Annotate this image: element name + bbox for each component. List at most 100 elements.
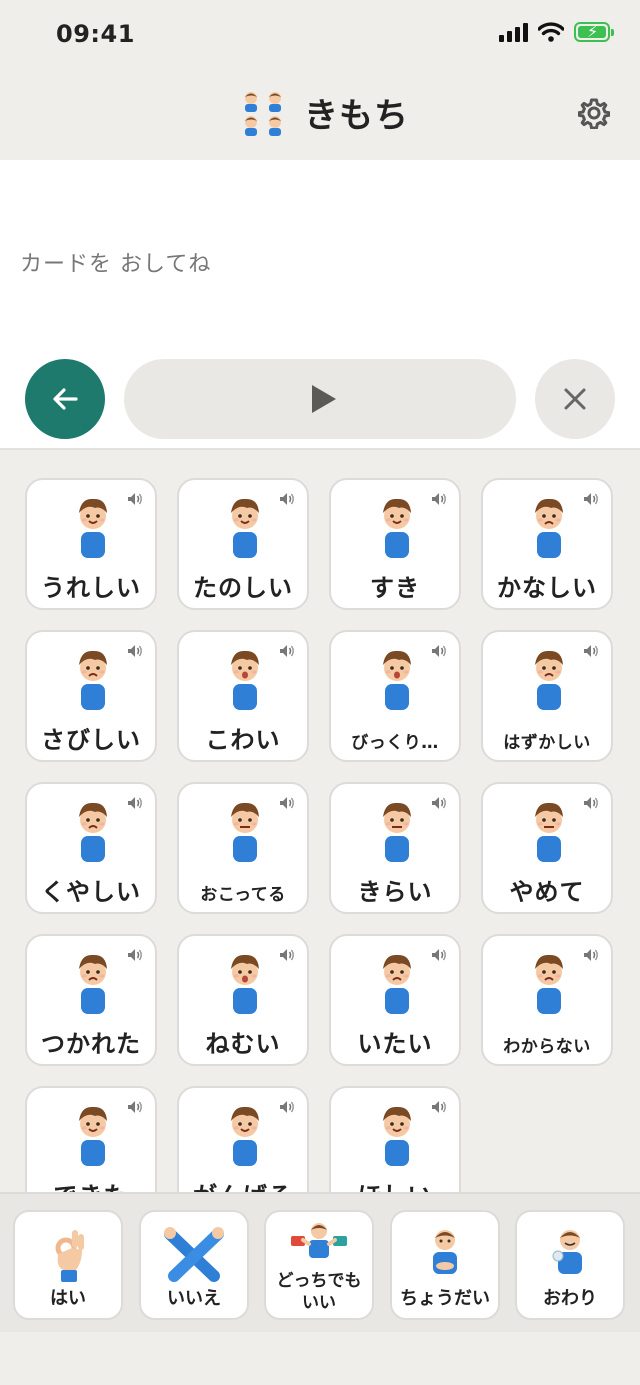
quick-reply-bar: はい いいえ どっちでも いい ちょうだい おわり	[0, 1192, 640, 1332]
speaker-icon	[280, 645, 294, 657]
cellular-signal-icon	[499, 22, 528, 42]
feeling-card[interactable]: すき	[329, 478, 461, 610]
quick-finished-button[interactable]: おわり	[515, 1210, 625, 1320]
quick-either-button[interactable]: どっちでも いい	[264, 1210, 374, 1320]
speaker-icon	[280, 949, 294, 961]
speaker-icon	[432, 1101, 446, 1113]
quick-give-me-button[interactable]: ちょうだい	[390, 1210, 500, 1320]
child-figure-icon	[383, 1106, 411, 1166]
child-figure-icon	[383, 954, 411, 1014]
feeling-card[interactable]: ねむい	[177, 934, 309, 1066]
child-figure-icon	[535, 498, 563, 558]
child-figure-icon	[79, 498, 107, 558]
feeling-card[interactable]: いたい	[329, 934, 461, 1066]
feeling-card-label: すき	[370, 574, 420, 602]
quick-yes-button[interactable]: はい	[13, 1210, 123, 1320]
child-figure-icon	[383, 498, 411, 558]
child-figure-icon	[231, 650, 259, 710]
feeling-card[interactable]: くやしい	[25, 782, 157, 914]
speaker-icon	[128, 493, 142, 505]
feeling-card-label: できた	[27, 1176, 155, 1192]
feeling-card[interactable]: かなしい	[481, 478, 613, 610]
feeling-card[interactable]: おこってる	[177, 782, 309, 914]
status-icons: ⚡	[499, 22, 614, 42]
feeling-card[interactable]: わからない	[481, 934, 613, 1066]
quick-finished-label: おわり	[543, 1288, 597, 1309]
speaker-icon	[128, 797, 142, 809]
feeling-card[interactable]: ほしい	[329, 1086, 461, 1192]
close-icon	[564, 388, 586, 410]
message-placeholder: カードを おしてね	[20, 252, 212, 277]
feeling-card-label: さびしい	[41, 726, 141, 754]
feeling-card[interactable]: たのしい	[177, 478, 309, 610]
quick-no-button[interactable]: いいえ	[139, 1210, 249, 1320]
quick-either-label-2: いい	[302, 1293, 336, 1313]
status-time: 09:41	[56, 20, 135, 48]
feeling-card-label: たのしい	[193, 574, 293, 602]
feeling-card-label: こわい	[205, 726, 281, 754]
speaker-icon	[584, 797, 598, 809]
page-title: きもち	[304, 96, 409, 136]
wifi-icon	[538, 22, 564, 42]
give-me-icon	[433, 1230, 457, 1274]
speaker-icon	[280, 797, 294, 809]
feeling-card-label: くやしい	[41, 878, 141, 906]
feeling-card[interactable]: びっくり…	[329, 630, 461, 762]
feeling-card[interactable]: できた	[25, 1086, 157, 1192]
child-figure-icon	[535, 954, 563, 1014]
speaker-icon	[432, 645, 446, 657]
feeling-card-label: かなしい	[497, 574, 597, 602]
feeling-card-label: うれしい	[41, 574, 141, 602]
feeling-card[interactable]: つかれた	[25, 934, 157, 1066]
child-figure-icon	[79, 650, 107, 710]
feelings-card-grid: うれしい たのしい すき かなしいさびしい こわい びっくり… はずかしいくやしい おこってる…	[0, 452, 640, 1192]
play-icon	[312, 385, 336, 413]
speaker-icon	[584, 645, 598, 657]
gear-icon[interactable]	[578, 97, 610, 129]
feeling-card-label: がんばる	[179, 1176, 307, 1192]
feeling-card-label: やめて	[509, 878, 585, 906]
quick-no-label: いいえ	[167, 1288, 221, 1309]
child-figure-icon	[535, 802, 563, 862]
feeling-card-label: きらい	[357, 878, 433, 906]
app-header: きもち	[0, 70, 640, 160]
speaker-icon	[280, 1101, 294, 1113]
feeling-card[interactable]: がんばる	[177, 1086, 309, 1192]
child-figure-icon	[79, 1106, 107, 1166]
header-title-group: きもち	[240, 88, 409, 137]
speaker-icon	[128, 645, 142, 657]
quick-give-me-label: ちょうだい	[400, 1288, 490, 1309]
feeling-card-label: ねむい	[205, 1030, 281, 1058]
status-bar: 09:41 ⚡	[0, 0, 640, 70]
feeling-card-label: いたい	[357, 1030, 433, 1058]
feeling-card-label: つかれた	[41, 1030, 141, 1058]
finished-icon	[552, 1230, 582, 1274]
clear-button[interactable]	[535, 359, 615, 439]
feeling-card[interactable]: こわい	[177, 630, 309, 762]
speaker-icon	[432, 949, 446, 961]
speaker-icon	[584, 949, 598, 961]
feeling-card-label: わからない	[503, 1037, 591, 1057]
feeling-card-label: おこってる	[200, 885, 286, 905]
child-figure-icon	[383, 650, 411, 710]
message-area[interactable]: カードを おしてね	[0, 160, 640, 350]
feeling-card[interactable]: はずかしい	[481, 630, 613, 762]
child-figure-icon	[231, 954, 259, 1014]
feeling-card[interactable]: きらい	[329, 782, 461, 914]
speaker-icon	[432, 797, 446, 809]
child-figure-icon	[231, 802, 259, 862]
battery-charging-icon: ⚡	[574, 22, 614, 42]
feeling-card[interactable]: やめて	[481, 782, 613, 914]
card-grid: うれしい たのしい すき かなしいさびしい こわい びっくり… はずかしいくやしい おこってる…	[25, 478, 613, 1192]
speaker-icon	[128, 1101, 142, 1113]
feelings-kids-icon	[240, 90, 286, 136]
child-figure-icon	[535, 650, 563, 710]
speaker-icon	[128, 949, 142, 961]
crossed-arms-icon	[164, 1227, 224, 1282]
feeling-card[interactable]: さびしい	[25, 630, 157, 762]
play-button[interactable]	[124, 359, 516, 439]
child-figure-icon	[231, 1106, 259, 1166]
backspace-button[interactable]	[25, 359, 105, 439]
feeling-card-label: はずかしい	[503, 733, 591, 753]
feeling-card[interactable]: うれしい	[25, 478, 157, 610]
